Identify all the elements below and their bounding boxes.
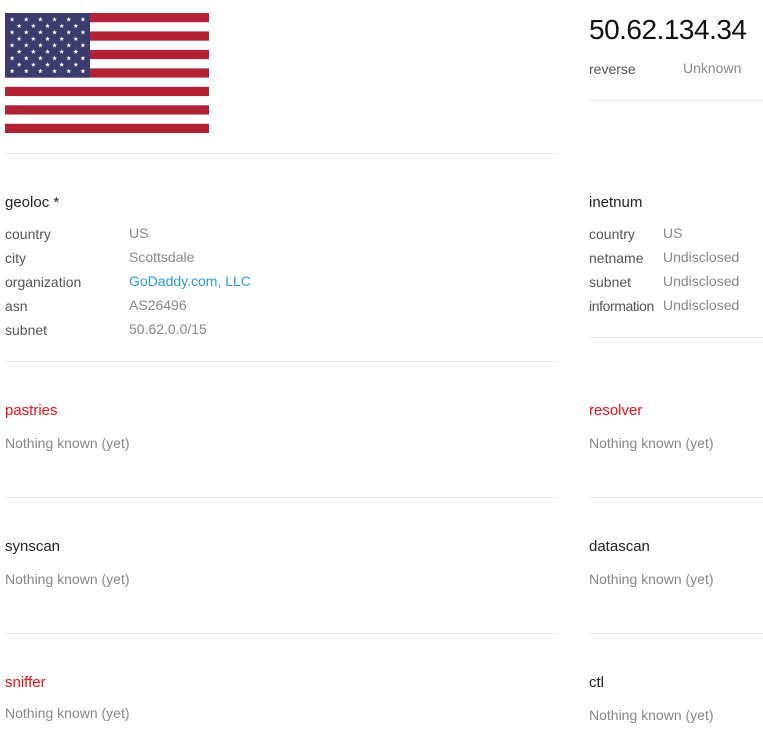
sniffer-text: Nothing known (yet) [5, 705, 130, 721]
resolver-title: resolver [589, 402, 643, 419]
us-flag-icon [5, 13, 209, 133]
geoloc-key-asn: asn [5, 298, 28, 314]
divider [589, 100, 763, 101]
geoloc-title: geoloc * [5, 194, 60, 211]
inetnum-key-information: information [589, 298, 654, 314]
inetnum-value-country: US [663, 225, 683, 241]
geoloc-value-country: US [129, 225, 149, 241]
geoloc-value-city: Scottsdale [129, 249, 195, 265]
organization-link[interactable]: GoDaddy.com, LLC [129, 273, 251, 289]
reverse-label: reverse [589, 61, 636, 77]
divider [5, 153, 559, 154]
geoloc-key-organization: organization [5, 274, 82, 290]
inetnum-value-subnet: Undisclosed [663, 273, 740, 289]
datascan-text: Nothing known (yet) [589, 571, 714, 587]
inetnum-value-information: Undisclosed [663, 297, 740, 313]
divider [589, 337, 763, 338]
datascan-title: datascan [589, 538, 650, 555]
geoloc-key-city: city [5, 250, 26, 266]
inetnum-key-netname: netname [589, 250, 644, 266]
ip-address: 50.62.134.34 [589, 14, 747, 45]
synscan-title: synscan [5, 538, 61, 555]
ctl-text: Nothing known (yet) [589, 707, 714, 723]
pastries-text: Nothing known (yet) [5, 435, 130, 451]
divider [5, 633, 559, 634]
inetnum-key-country: country [589, 226, 635, 242]
sniffer-title: sniffer [5, 674, 46, 691]
pastries-title: pastries [5, 402, 58, 419]
geoloc-value-subnet: 50.62.0.0/15 [129, 321, 207, 337]
inetnum-key-subnet: subnet [589, 274, 632, 290]
divider [5, 361, 559, 362]
inetnum-value-netname: Undisclosed [663, 249, 740, 265]
ctl-title: ctl [589, 674, 604, 691]
divider [589, 633, 763, 634]
divider [589, 497, 763, 498]
geoloc-key-country: country [5, 226, 51, 242]
resolver-text: Nothing known (yet) [589, 435, 714, 451]
reverse-value: Unknown [683, 60, 742, 76]
geoloc-value-asn: AS26496 [129, 297, 187, 313]
geoloc-key-subnet: subnet [5, 322, 48, 338]
divider [5, 497, 559, 498]
inetnum-title: inetnum [589, 194, 643, 211]
us-flag-graphic [5, 13, 209, 133]
synscan-text: Nothing known (yet) [5, 571, 130, 587]
